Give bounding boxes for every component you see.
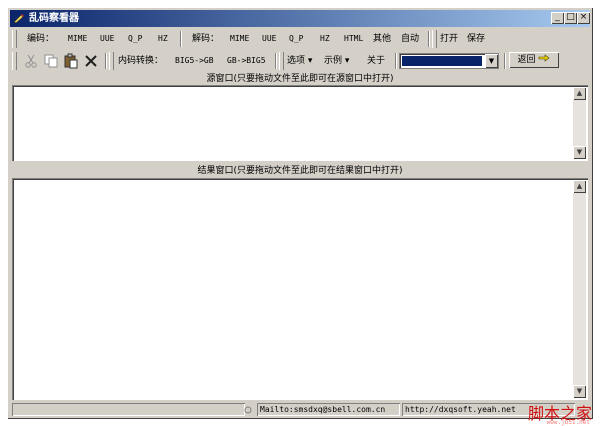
decode-auto-button[interactable]: 自动 (401, 32, 419, 46)
toolbar-grip[interactable] (279, 52, 284, 70)
decode-other-button[interactable]: 其他 (373, 32, 391, 46)
convert-toolbar: 内码转换： BIG5->GB GB->BIG5 选项 ▾ 示例 ▾ 关于 ▼ 返… (10, 50, 590, 72)
status-cell-empty (12, 403, 245, 416)
toolbar-separator (105, 53, 107, 69)
encode-mime-button[interactable]: MIME (68, 32, 87, 46)
encode-uue-button[interactable]: UUE (100, 32, 114, 46)
color-select[interactable]: ▼ (399, 53, 499, 69)
decode-qp-button[interactable]: Q_P (289, 32, 303, 46)
options-menu-label: 选项 (287, 56, 306, 66)
paste-icon[interactable] (63, 53, 79, 69)
toolbar-grip[interactable] (12, 30, 17, 48)
scroll-up-arrow-icon[interactable]: ▲ (573, 87, 586, 100)
back-button[interactable]: 返回 (509, 52, 559, 68)
toolbar-grip[interactable] (432, 30, 437, 48)
toolbar-separator (395, 53, 397, 69)
result-panel-label: 结果窗口(只要拖动文件至此即可在结果窗口中打开) (197, 166, 403, 176)
decode-hz-button[interactable]: HZ (320, 32, 330, 46)
examples-menu[interactable]: 示例 ▾ (324, 54, 349, 68)
options-menu[interactable]: 选项 ▾ (287, 54, 312, 68)
delete-icon[interactable] (83, 53, 99, 69)
result-scrollbar[interactable]: ▲ ▼ (573, 180, 586, 398)
encode-label: 编码： (27, 34, 55, 44)
toolbar-separator (180, 31, 182, 47)
watermark-url: www.jb51.net (546, 419, 590, 426)
status-bar: Mailto:smsdxq@sbell.com.cn http://dxqsof… (10, 403, 590, 417)
save-button[interactable]: 保存 (467, 32, 485, 46)
scroll-up-arrow-icon[interactable]: ▲ (573, 180, 586, 193)
convert-label: 内码转换： (118, 56, 164, 66)
big5-to-gb-button[interactable]: BIG5->GB (175, 54, 214, 68)
toolbar-separator (428, 31, 430, 47)
examples-menu-label: 示例 (324, 56, 343, 66)
cut-icon[interactable] (23, 53, 39, 69)
open-button[interactable]: 打开 (440, 32, 458, 46)
source-panel-label: 源窗口(只要拖动文件至此即可在源窗口中打开) (206, 74, 394, 84)
source-scrollbar[interactable]: ▲ ▼ (573, 87, 586, 159)
gb-to-big5-button[interactable]: GB->BIG5 (227, 54, 266, 68)
app-pen-icon (13, 14, 24, 24)
result-textarea[interactable]: ▲ ▼ (12, 178, 588, 400)
window-title: 乱码察看器 (29, 13, 79, 24)
toolbar-grip[interactable] (109, 52, 114, 70)
selected-color-swatch (402, 56, 482, 66)
decode-uue-button[interactable]: UUE (262, 32, 276, 46)
app-window: 乱码察看器 _ □ × 编码： MIME UUE Q_P HZ 解码： MIME… (7, 7, 593, 419)
pointing-hand-icon (539, 54, 550, 62)
decode-label: 解码： (192, 34, 220, 44)
decode-mime-button[interactable]: MIME (230, 32, 249, 46)
decode-html-button[interactable]: HTML (344, 32, 363, 46)
title-bar[interactable]: 乱码察看器 _ □ × (10, 10, 590, 27)
toolbar-separator (275, 53, 277, 69)
close-button[interactable]: × (577, 12, 590, 24)
minimize-button[interactable]: _ (551, 12, 564, 24)
toolbar-separator (504, 53, 506, 69)
maximize-button[interactable]: □ (564, 12, 577, 24)
busy-indicator-icon (244, 406, 252, 414)
scroll-down-arrow-icon[interactable]: ▼ (573, 385, 586, 398)
encode-hz-button[interactable]: HZ (158, 32, 168, 46)
encode-toolbar: 编码： MIME UUE Q_P HZ 解码： MIME UUE Q_P HZ … (10, 28, 590, 50)
about-button[interactable]: 关于 (367, 54, 385, 68)
scroll-down-arrow-icon[interactable]: ▼ (573, 146, 586, 159)
chevron-down-icon[interactable]: ▼ (485, 54, 498, 68)
copy-icon[interactable] (43, 53, 59, 69)
back-button-label: 返回 (517, 55, 536, 65)
toolbar-grip[interactable] (12, 52, 17, 70)
mailto-link[interactable]: Mailto:smsdxq@sbell.com.cn (257, 403, 400, 416)
source-textarea[interactable]: ▲ ▼ (12, 85, 588, 161)
encode-qp-button[interactable]: Q_P (128, 32, 142, 46)
